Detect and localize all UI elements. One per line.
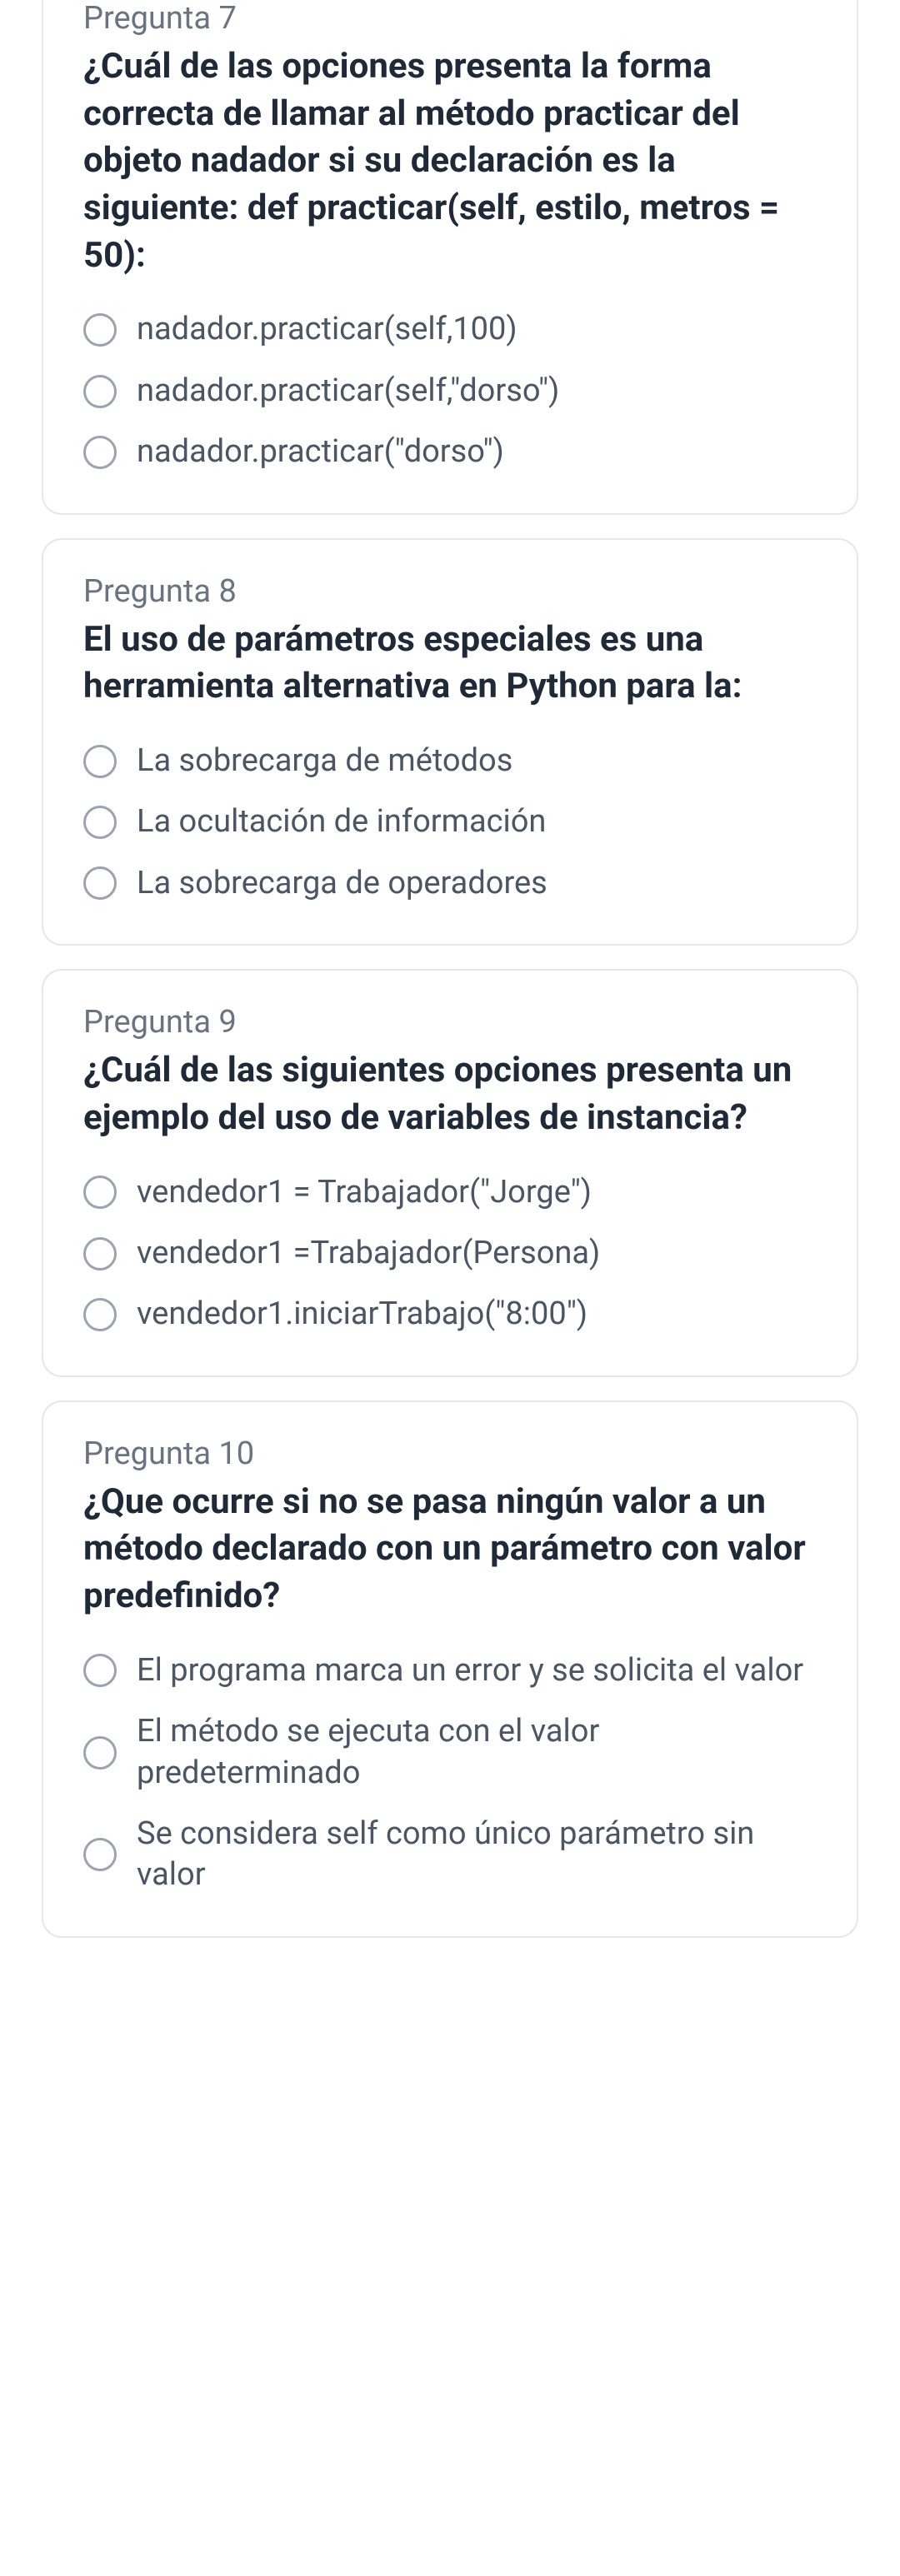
- option-label: nadador.practicar(self,100): [137, 309, 518, 350]
- option-label: El programa marca un error y se solicita…: [137, 1650, 803, 1691]
- question-card: Pregunta 9 ¿Cuál de las siguientes opcio…: [42, 969, 858, 1377]
- option-row[interactable]: nadador.practicar(self,"dorso"): [83, 371, 817, 412]
- option-row[interactable]: vendedor1 = Trabajador("Jorge"): [83, 1172, 817, 1213]
- option-label: La sobrecarga de métodos: [137, 741, 512, 781]
- option-row[interactable]: La sobrecarga de métodos: [83, 741, 817, 781]
- question-number: Pregunta 10: [83, 1435, 817, 1472]
- radio-icon[interactable]: [83, 1736, 117, 1770]
- option-row[interactable]: El método se ejecuta con el valor predet…: [83, 1711, 817, 1794]
- radio-icon[interactable]: [83, 866, 117, 900]
- radio-icon[interactable]: [83, 1176, 117, 1209]
- options-group: nadador.practicar(self,100) nadador.prac…: [83, 309, 817, 472]
- question-title: El uso de parámetros especiales es una h…: [83, 617, 817, 711]
- option-label: El método se ejecuta con el valor predet…: [137, 1711, 817, 1794]
- question-title: ¿Cuál de las opciones presenta la forma …: [83, 43, 817, 279]
- radio-icon[interactable]: [83, 745, 117, 778]
- option-label: vendedor1 = Trabajador("Jorge"): [137, 1172, 592, 1213]
- option-label: La sobrecarga de operadores: [137, 863, 548, 904]
- radio-icon[interactable]: [83, 806, 117, 839]
- option-label: vendedor1.iniciarTrabajo("8:00"): [137, 1294, 588, 1335]
- option-row[interactable]: El programa marca un error y se solicita…: [83, 1650, 817, 1691]
- radio-icon[interactable]: [83, 1298, 117, 1331]
- question-title: ¿Que ocurre si no se pasa ningún valor a…: [83, 1479, 817, 1620]
- radio-icon[interactable]: [83, 1237, 117, 1271]
- option-label: vendedor1 =Trabajador(Persona): [137, 1233, 600, 1274]
- question-card: Pregunta 10 ¿Que ocurre si no se pasa ni…: [42, 1400, 858, 1938]
- radio-icon[interactable]: [83, 1838, 117, 1871]
- option-label: La ocultación de información: [137, 801, 546, 842]
- question-number: Pregunta 9: [83, 1004, 817, 1041]
- options-group: vendedor1 = Trabajador("Jorge") vendedor…: [83, 1172, 817, 1335]
- option-row[interactable]: nadador.practicar(self,100): [83, 309, 817, 350]
- option-label: Se considera self como único parámetro s…: [137, 1814, 817, 1896]
- options-group: La sobrecarga de métodos La ocultación d…: [83, 741, 817, 904]
- question-card: Pregunta 7 ¿Cuál de las opciones present…: [42, 0, 858, 515]
- question-title: ¿Cuál de las siguientes opciones present…: [83, 1047, 817, 1141]
- option-label: nadador.practicar("dorso"): [137, 432, 504, 472]
- option-label: nadador.practicar(self,"dorso"): [137, 371, 559, 412]
- option-row[interactable]: vendedor1 =Trabajador(Persona): [83, 1233, 817, 1274]
- radio-icon[interactable]: [83, 313, 117, 347]
- option-row[interactable]: nadador.practicar("dorso"): [83, 432, 817, 472]
- option-row[interactable]: Se considera self como único parámetro s…: [83, 1814, 817, 1896]
- option-row[interactable]: La ocultación de información: [83, 801, 817, 842]
- question-card: Pregunta 8 El uso de parámetros especial…: [42, 538, 858, 946]
- question-number: Pregunta 8: [83, 573, 817, 610]
- option-row[interactable]: La sobrecarga de operadores: [83, 863, 817, 904]
- radio-icon[interactable]: [83, 436, 117, 469]
- radio-icon[interactable]: [83, 375, 117, 408]
- question-number: Pregunta 7: [83, 0, 817, 37]
- radio-icon[interactable]: [83, 1654, 117, 1687]
- options-group: El programa marca un error y se solicita…: [83, 1650, 817, 1896]
- option-row[interactable]: vendedor1.iniciarTrabajo("8:00"): [83, 1294, 817, 1335]
